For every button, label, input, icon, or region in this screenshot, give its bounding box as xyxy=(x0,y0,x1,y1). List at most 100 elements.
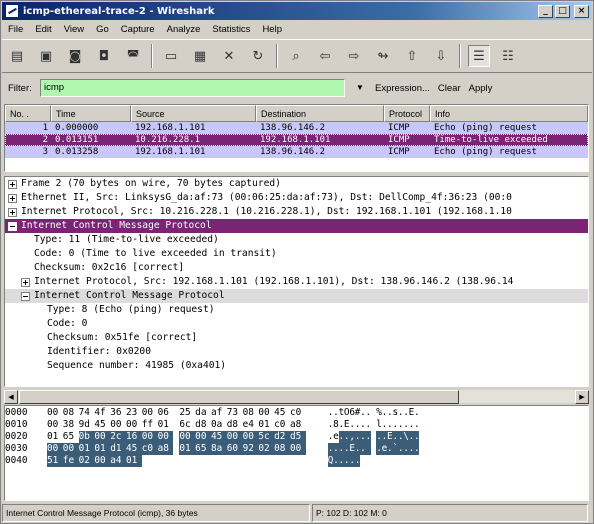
go-forward-icon[interactable]: ⇨ xyxy=(343,45,365,67)
hex-byte[interactable]: 00 xyxy=(126,419,142,431)
hex-byte[interactable]: 00 xyxy=(226,431,243,443)
apply-button[interactable]: Apply xyxy=(469,83,493,94)
hex-byte[interactable]: 00 xyxy=(157,431,174,443)
hex-byte[interactable]: 36 xyxy=(110,407,126,419)
hex-ascii[interactable]: .. t O 6 #..%.. s.. E. xyxy=(328,407,420,419)
hex-byte[interactable]: 38 xyxy=(63,419,79,431)
hex-byte[interactable]: 00 xyxy=(94,455,111,467)
hex-byte[interactable]: 65 xyxy=(63,431,79,443)
maximize-button[interactable]: □ xyxy=(555,4,570,18)
autoscroll-icon[interactable]: ☷ xyxy=(497,45,519,67)
column-header-info[interactable]: Info xyxy=(430,105,588,122)
tree-row[interactable]: Internet Protocol, Src: 10.216.228.1 (10… xyxy=(5,205,588,219)
packet-row[interactable]: 1 0.000000 192.168.1.101 138.96.146.2 ICMP Ec… xyxy=(5,122,588,134)
hex-byte[interactable]: 00 xyxy=(195,431,211,443)
go-to-packet-icon[interactable]: ↬ xyxy=(372,45,394,67)
expand-icon[interactable] xyxy=(8,179,17,189)
hex-byte[interactable]: 65 xyxy=(195,443,211,455)
expand-icon[interactable] xyxy=(8,207,17,217)
horizontal-scrollbar[interactable]: ◀ ▶ xyxy=(4,389,589,404)
hex-byte[interactable]: c0 xyxy=(141,443,158,455)
hex-byte[interactable]: 00 xyxy=(141,431,158,443)
minimize-button[interactable]: _ xyxy=(538,4,553,18)
hex-byte[interactable]: a8 xyxy=(290,419,306,431)
menu-capture[interactable]: Capture xyxy=(115,24,161,35)
hex-byte[interactable]: 00 xyxy=(242,431,259,443)
hex-byte[interactable]: 06 xyxy=(158,407,174,419)
hex-byte[interactable]: a8 xyxy=(157,443,174,455)
hex-byte[interactable]: c0 xyxy=(290,407,306,419)
hex-byte[interactable]: 02 xyxy=(78,455,95,467)
hex-byte[interactable]: 00 xyxy=(142,407,158,419)
hex-byte[interactable]: d8 xyxy=(227,419,243,431)
tree-row[interactable]: Sequence number: 41985 (0xa401) xyxy=(5,359,588,373)
interfaces-icon[interactable]: ▤ xyxy=(6,45,28,67)
close-file-icon[interactable]: ✕ xyxy=(218,45,240,67)
stop-capture-icon[interactable]: ◘ xyxy=(93,45,115,67)
hex-byte[interactable]: 01 xyxy=(94,443,111,455)
hex-byte[interactable]: 01 xyxy=(258,419,274,431)
open-icon[interactable]: ▭ xyxy=(160,45,182,67)
go-last-icon[interactable]: ⇩ xyxy=(430,45,452,67)
hex-byte[interactable]: 2c xyxy=(110,431,126,443)
hex-byte[interactable]: c0 xyxy=(274,419,290,431)
hex-ascii[interactable]: .8.E....l....... xyxy=(328,419,420,431)
chevron-down-icon[interactable]: ▼ xyxy=(353,79,367,97)
hex-ascii[interactable]: Q..... xyxy=(327,455,360,467)
tree-row[interactable]: Identifier: 0x0200 xyxy=(5,345,588,359)
hex-byte[interactable]: 00 xyxy=(179,431,196,443)
packet-row[interactable]: 2 0.013151 10.216.228.1 192.168.1.101 ICMP Ti… xyxy=(5,134,588,146)
hex-byte[interactable]: 00 xyxy=(47,419,63,431)
menu-go[interactable]: Go xyxy=(90,24,115,35)
column-header-destination[interactable]: Destination xyxy=(256,105,384,122)
close-button[interactable]: × xyxy=(574,4,589,18)
hex-byte[interactable]: 74 xyxy=(79,407,95,419)
hex-byte[interactable]: d2 xyxy=(274,431,290,443)
column-header-time[interactable]: Time xyxy=(51,105,131,122)
go-first-icon[interactable]: ⇧ xyxy=(401,45,423,67)
hex-byte[interactable]: 02 xyxy=(258,443,275,455)
scrollbar-thumb[interactable] xyxy=(19,390,459,404)
hex-byte[interactable]: 00 xyxy=(258,407,274,419)
tree-row[interactable]: Type: 8 (Echo (ping) request) xyxy=(5,303,588,317)
hex-byte[interactable]: 01 xyxy=(125,455,142,467)
hex-byte[interactable]: 00 xyxy=(289,443,306,455)
tree-row[interactable]: Internet Control Message Protocol xyxy=(5,219,588,233)
hex-byte[interactable]: 01 xyxy=(179,443,196,455)
go-back-icon[interactable]: ⇦ xyxy=(314,45,336,67)
scroll-left-icon[interactable]: ◀ xyxy=(4,390,18,404)
expand-icon[interactable] xyxy=(8,193,17,203)
hex-byte[interactable]: 5c xyxy=(258,431,275,443)
menu-help[interactable]: Help xyxy=(256,24,288,35)
capture-options-icon[interactable]: ▣ xyxy=(35,45,57,67)
hex-ascii[interactable]: . e..,..... E.. \.. xyxy=(328,431,420,443)
scroll-right-icon[interactable]: ▶ xyxy=(575,390,589,404)
tree-row[interactable]: Internet Control Message Protocol xyxy=(5,289,588,303)
clear-button[interactable]: Clear xyxy=(438,83,461,94)
tree-row[interactable]: Checksum: 0x51fe [correct] xyxy=(5,331,588,345)
hex-byte[interactable]: af xyxy=(211,407,227,419)
hex-byte[interactable]: 8a xyxy=(210,443,227,455)
hex-byte[interactable]: 16 xyxy=(125,431,142,443)
hex-byte[interactable]: 08 xyxy=(243,407,259,419)
hex-byte[interactable]: 6c xyxy=(179,419,195,431)
reload-icon[interactable]: ↻ xyxy=(247,45,269,67)
colorize-icon[interactable]: ☰ xyxy=(468,45,490,67)
hex-byte[interactable]: 01 xyxy=(158,419,174,431)
hex-byte[interactable]: fe xyxy=(62,455,79,467)
hex-byte[interactable]: 23 xyxy=(126,407,142,419)
hex-byte[interactable]: 00 xyxy=(110,419,126,431)
menu-edit[interactable]: Edit xyxy=(29,24,57,35)
hex-byte[interactable]: 51 xyxy=(47,455,63,467)
hex-byte[interactable]: 25 xyxy=(179,407,195,419)
hex-ascii[interactable]: ....E.. . e. `.... xyxy=(327,443,420,455)
hex-byte[interactable]: 01 xyxy=(47,431,63,443)
expression-button[interactable]: Expression... xyxy=(375,83,430,94)
hex-byte[interactable]: d8 xyxy=(195,419,211,431)
find-icon[interactable]: ⌕ xyxy=(285,45,307,67)
hex-byte[interactable]: 08 xyxy=(274,443,290,455)
display-filter-input[interactable]: icmp xyxy=(40,79,345,97)
hex-byte[interactable]: a4 xyxy=(110,455,126,467)
hex-byte[interactable]: 00 xyxy=(62,443,79,455)
hex-byte[interactable]: 4f xyxy=(94,407,110,419)
